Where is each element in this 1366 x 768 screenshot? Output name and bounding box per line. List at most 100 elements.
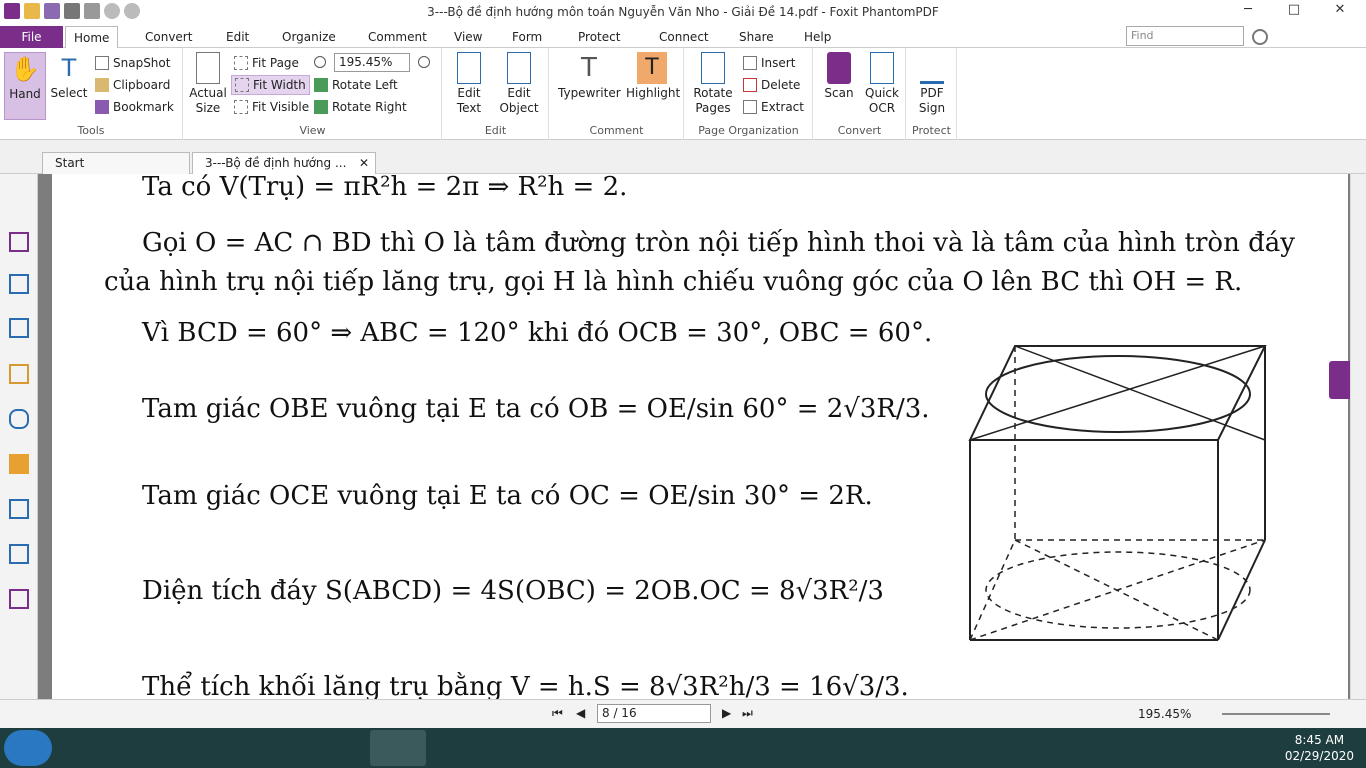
- tab-organize[interactable]: Organize: [282, 26, 336, 48]
- edit-text-button[interactable]: Edit Text: [449, 52, 489, 116]
- insert-button[interactable]: Insert: [743, 53, 795, 73]
- taskbar-app-green[interactable]: [240, 730, 296, 766]
- find-input[interactable]: Find: [1126, 26, 1244, 46]
- close-button[interactable]: ✕: [1320, 2, 1360, 22]
- quick-ocr-button[interactable]: Quick OCR: [862, 52, 902, 116]
- page-icon: [196, 52, 220, 84]
- page-organization-group: Rotate Pages Insert Delete Extract Page O…: [685, 48, 813, 140]
- comments-icon[interactable]: [9, 364, 29, 384]
- taskbar-app-explorer[interactable]: [124, 730, 180, 766]
- extract-button[interactable]: Extract: [743, 97, 804, 117]
- rotate-right-button[interactable]: Rotate Right: [314, 97, 407, 117]
- fit-width-button[interactable]: Fit Width: [231, 75, 310, 95]
- typewriter-button[interactable]: T Typewriter: [558, 52, 621, 101]
- actual-size-button[interactable]: Actual Size: [188, 52, 228, 116]
- fit-visible-button[interactable]: Fit Visible: [234, 97, 309, 117]
- fit-width-icon: [235, 78, 249, 92]
- lock-icon[interactable]: [9, 454, 29, 474]
- select-button[interactable]: T Select: [48, 52, 90, 101]
- snapshot-button[interactable]: SnapShot: [95, 53, 170, 73]
- zoom-level-label: 195.45%: [1138, 707, 1192, 721]
- tab-form[interactable]: Form: [512, 26, 542, 48]
- insert-icon: [743, 56, 757, 70]
- pen-sign-icon: [920, 52, 944, 84]
- tab-connect[interactable]: Connect: [659, 26, 709, 48]
- doc-line-2: Gọi O = AC ∩ BD thì O là tâm đường tròn …: [142, 228, 1295, 258]
- tab-share[interactable]: Share: [739, 26, 774, 48]
- start-button[interactable]: [4, 730, 52, 766]
- taskbar-app-ie[interactable]: [66, 730, 122, 766]
- fit-page-button[interactable]: Fit Page: [234, 53, 299, 73]
- tab-home[interactable]: Home: [65, 26, 119, 49]
- tab-document[interactable]: 3---Bộ đề định hướng ... ✕: [192, 152, 376, 174]
- hand-button[interactable]: ✋ Hand: [4, 52, 46, 120]
- delete-icon: [743, 78, 757, 92]
- edit-object-button[interactable]: Edit Object: [495, 52, 543, 116]
- edit-text-icon: [457, 52, 481, 84]
- tab-view[interactable]: View: [454, 26, 482, 48]
- doc-line-7: Diện tích đáy S(ABCD) = 4S(OBC) = 2OB.OC…: [142, 576, 884, 606]
- view-group-label: View: [299, 124, 326, 137]
- prism-cylinder-figure: [968, 345, 1267, 641]
- tab-help[interactable]: Help: [804, 26, 831, 48]
- last-page-icon[interactable]: ⏭: [742, 706, 753, 721]
- edit-group: Edit Text Edit Object Edit: [443, 48, 549, 140]
- zoom-slider[interactable]: [1222, 713, 1330, 715]
- taskbar-app-word[interactable]: [432, 730, 488, 766]
- stack-icon[interactable]: [9, 318, 29, 338]
- tab-comment[interactable]: Comment: [368, 26, 427, 48]
- document-view[interactable]: Ta có V(Trụ) = πR²h = 2π ⇒ R²h = 2. Gọi …: [38, 174, 1366, 699]
- next-page-icon[interactable]: ▶: [722, 706, 731, 720]
- tab-document-label: 3---Bộ đề định hướng ...: [205, 156, 347, 170]
- clipboard-button[interactable]: Clipboard: [95, 75, 170, 95]
- prev-page-icon[interactable]: ◀: [576, 706, 585, 720]
- comment-group: T Typewriter T Highlight Comment: [550, 48, 684, 140]
- typewriter-icon: T: [581, 53, 597, 83]
- doc-line-5: Tam giác OBE vuông tại E ta có OB = OE/s…: [142, 394, 930, 424]
- tab-protect[interactable]: Protect: [578, 26, 620, 48]
- taskbar-app-foxit[interactable]: [370, 730, 426, 766]
- ribbon: ✋ Hand T Select SnapShot Clipboard Bookm…: [0, 48, 1366, 140]
- file-menu[interactable]: File: [0, 26, 63, 48]
- bookmark-button[interactable]: Bookmark: [95, 97, 174, 117]
- layers-icon[interactable]: [9, 274, 29, 294]
- taskbar: 8:45 AM 02/29/2020: [0, 728, 1366, 768]
- settings-icon[interactable]: [1252, 29, 1268, 45]
- comment-group-label: Comment: [589, 124, 644, 137]
- rotate-left-icon: [314, 78, 328, 92]
- document-search-icon[interactable]: [9, 499, 29, 519]
- document-tabs-bar: Start 3---Bộ đề định hướng ... ✕: [0, 140, 1366, 174]
- vertical-scrollbar[interactable]: [1350, 174, 1366, 699]
- close-tab-icon[interactable]: ✕: [359, 153, 369, 173]
- page-organization-group-label: Page Organization: [698, 124, 799, 137]
- taskbar-app-home[interactable]: [312, 730, 368, 766]
- minimize-button[interactable]: ─: [1228, 2, 1268, 22]
- zoom-select[interactable]: 195.45%: [334, 53, 410, 72]
- maximize-button[interactable]: □: [1274, 2, 1314, 22]
- form-fields-icon[interactable]: [9, 544, 29, 564]
- clipboard-icon: [95, 78, 109, 92]
- pdf-sign-button[interactable]: PDF Sign: [913, 52, 951, 116]
- tab-start[interactable]: Start: [42, 152, 190, 174]
- doc-line-1: Ta có V(Trụ) = πR²h = 2π ⇒ R²h = 2.: [142, 174, 628, 202]
- tab-edit[interactable]: Edit: [226, 26, 249, 48]
- system-clock[interactable]: 8:45 AM 02/29/2020: [1285, 732, 1354, 764]
- page-number-input[interactable]: 8 / 16: [597, 704, 711, 723]
- rotate-left-button[interactable]: Rotate Left: [314, 75, 398, 95]
- rotate-right-icon: [314, 100, 328, 114]
- first-page-icon[interactable]: ⏮: [552, 706, 563, 721]
- signatures-icon[interactable]: [9, 589, 29, 609]
- highlight-button[interactable]: T Highlight: [626, 52, 680, 101]
- rotate-pages-button[interactable]: Rotate Pages: [689, 52, 737, 116]
- zoom-out-icon[interactable]: [314, 56, 326, 68]
- zoom-in-icon[interactable]: [418, 56, 430, 68]
- convert-group: Scan Quick OCR Convert: [814, 48, 906, 140]
- tools-group: ✋ Hand T Select SnapShot Clipboard Bookm…: [0, 48, 183, 140]
- tab-convert[interactable]: Convert: [145, 26, 192, 48]
- taskbar-app-media[interactable]: [182, 730, 238, 766]
- pages-icon[interactable]: [9, 232, 29, 252]
- delete-button[interactable]: Delete: [743, 75, 800, 95]
- tools-group-label: Tools: [77, 124, 105, 137]
- attachment-icon[interactable]: [9, 409, 29, 429]
- scan-button[interactable]: Scan: [820, 52, 858, 101]
